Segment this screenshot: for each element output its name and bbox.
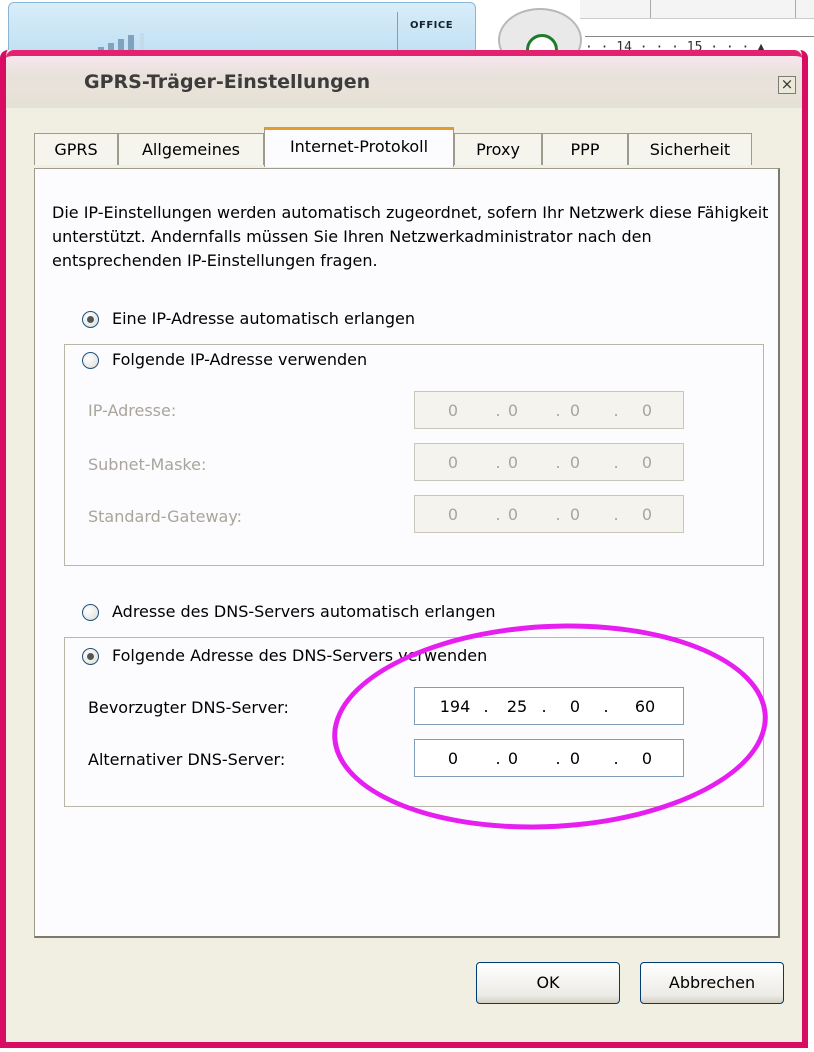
close-icon: × [780, 75, 794, 93]
ok-button[interactable]: OK [476, 962, 620, 1004]
octet-separator: . [613, 749, 619, 768]
tab-ppp[interactable]: PPP [542, 133, 628, 165]
intro-text: Die IP-Einstellungen werden automatisch … [52, 203, 769, 270]
octet-separator: . [603, 697, 609, 716]
octet-separator: . [483, 697, 489, 716]
octet: 60 [634, 697, 656, 716]
tab-sicherheit[interactable]: Sicherheit [628, 133, 752, 165]
octet: 0 [447, 749, 459, 768]
ip-manual-radio[interactable] [82, 352, 99, 369]
subnet-mask-label: Subnet-Maske: [88, 455, 207, 474]
title-bar[interactable]: GPRS-Träger-Einstellungen × [6, 50, 802, 108]
office-label: OFFICE [410, 20, 454, 31]
octet: 25 [506, 697, 528, 716]
octet: 0 [507, 505, 519, 524]
octet: 0 [507, 749, 519, 768]
cancel-button[interactable]: Abbrechen [640, 962, 784, 1004]
octet: 0 [569, 749, 581, 768]
tab-proxy[interactable]: Proxy [454, 133, 542, 165]
dns-auto-label[interactable]: Adresse des DNS-Servers automatisch erla… [112, 602, 500, 622]
octet-separator: . [613, 505, 619, 524]
octet: 0 [447, 401, 459, 420]
octet: 0 [569, 401, 581, 420]
tab-internet-protokoll[interactable]: Internet-Protokoll [264, 127, 454, 167]
ip-address-label: IP-Adresse: [88, 401, 177, 420]
octet: 0 [569, 505, 581, 524]
octet-separator: . [541, 697, 547, 716]
tab-allgemeines[interactable]: Allgemeines [118, 133, 264, 165]
ip-manual-label[interactable]: Folgende IP-Adresse verwenden [112, 350, 372, 370]
gateway-label: Standard-Gateway: [88, 507, 243, 526]
octet: 0 [569, 697, 581, 716]
octet: 194 [439, 697, 471, 716]
octet: 0 [641, 505, 653, 524]
ip-auto-label[interactable]: Eine IP-Adresse automatisch erlangen [112, 309, 419, 329]
background-ruler-header [580, 0, 814, 19]
octet: 0 [507, 453, 519, 472]
octet: 0 [641, 401, 653, 420]
subnet-mask-field[interactable]: 0 . 0 . 0 . 0 [414, 443, 684, 481]
dns-manual-label[interactable]: Folgende Adresse des DNS-Servers verwend… [112, 646, 492, 666]
octet: 0 [447, 453, 459, 472]
alternate-dns-label: Alternativer DNS-Server: [88, 750, 286, 769]
alternate-dns-field[interactable]: 0 . 0 . 0 . 0 [414, 739, 684, 777]
octet: 0 [569, 453, 581, 472]
dns-auto-radio[interactable] [82, 604, 99, 621]
octet-separator: . [613, 453, 619, 472]
tab-gprs[interactable]: GPRS [34, 133, 118, 165]
gateway-field[interactable]: 0 . 0 . 0 . 0 [414, 495, 684, 533]
close-button[interactable]: × [778, 76, 796, 94]
ip-address-field[interactable]: 0 . 0 . 0 . 0 [414, 391, 684, 429]
ip-auto-radio[interactable] [82, 311, 99, 328]
octet: 0 [641, 453, 653, 472]
octet: 0 [507, 401, 519, 420]
octet-separator: . [613, 401, 619, 420]
octet: 0 [641, 749, 653, 768]
preferred-dns-label: Bevorzugter DNS-Server: [88, 698, 289, 717]
dns-manual-radio[interactable] [82, 648, 99, 665]
octet: 0 [447, 505, 459, 524]
preferred-dns-field[interactable]: 194 . 25 . 0 . 60 [414, 687, 684, 725]
dialog-title: GPRS-Träger-Einstellungen [84, 71, 371, 93]
